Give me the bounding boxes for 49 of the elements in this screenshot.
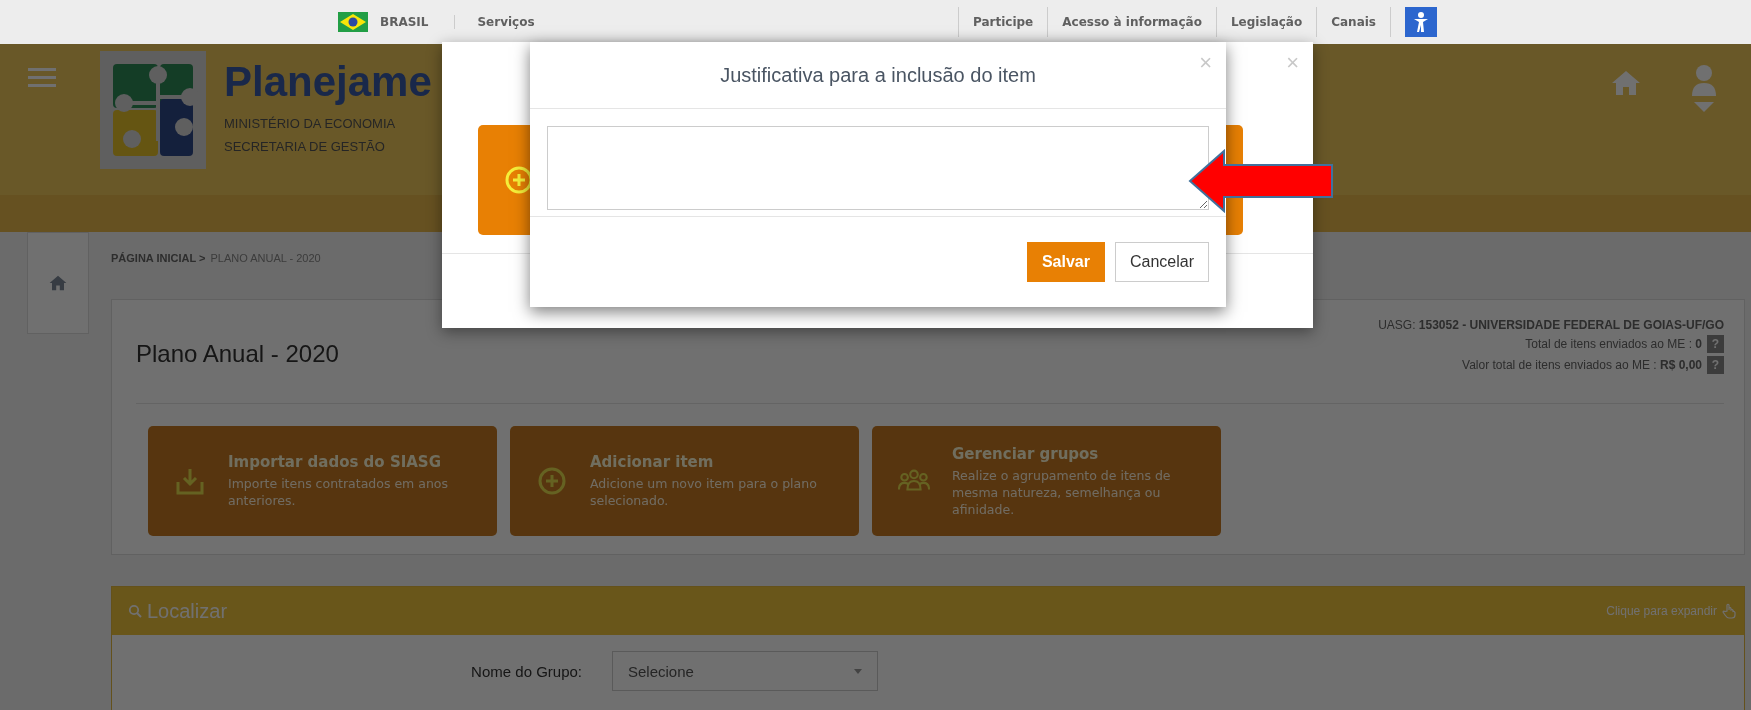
gov-link[interactable]: Acesso à informação [1048, 7, 1217, 37]
accessibility-icon[interactable] [1405, 7, 1437, 37]
search-panel-header[interactable]: Localizar Clique para expandir [112, 587, 1744, 635]
breadcrumb-link[interactable]: PÁGINA INICIAL > [111, 252, 206, 264]
logo-icon [100, 51, 206, 169]
save-button[interactable]: Salvar [1026, 242, 1105, 282]
plan-title: Plano Anual - 2020 [136, 340, 339, 368]
help-button[interactable]: ? [1707, 356, 1724, 374]
stat-text: Valor total de itens enviados ao ME : R$ 0,00 [1462, 358, 1702, 372]
close-button[interactable]: × [1199, 52, 1212, 74]
card-description: Realize o agrupamento de itens de mesma natureza, semelhança ou afinidade. [952, 466, 1172, 518]
gov-link[interactable]: Canais [1317, 7, 1391, 37]
action-card[interactable]: Gerenciar grupos Realize o agrupamento de itens de mesma natureza, semelhança ou afinidade. [872, 426, 1221, 536]
dialog-title: Justificativa para a inclusão do item [720, 63, 1036, 87]
site-subtitle: MINISTÉRIO DA ECONOMIA [224, 116, 397, 131]
search-panel-title: Localizar [147, 599, 228, 623]
expand-hint: Clique para expandir [1606, 604, 1717, 618]
help-button[interactable]: ? [1707, 335, 1724, 353]
caret-icon [854, 668, 862, 674]
gov-link[interactable]: Legislação [1216, 7, 1318, 37]
card-description: Importe itens contratados em anos anteriores. [228, 475, 449, 509]
search-icon [128, 604, 142, 618]
card-title: Importar dados do SIASG [228, 453, 442, 471]
stat-text: Total de itens enviados ao ME : 0 [1525, 337, 1702, 351]
gov-link[interactable]: Participe [957, 7, 1049, 37]
menu-icon[interactable] [28, 66, 56, 90]
country-link[interactable]: BRASIL [380, 15, 456, 29]
cancel-button[interactable]: Cancelar [1114, 242, 1209, 282]
hand-icon [1722, 603, 1736, 619]
site-subtitle: SECRETARIA DE GESTÃO [224, 139, 386, 154]
card-description: Adicione um novo item para o plano selecionado. [590, 475, 818, 509]
card-title: Adicionar item [590, 453, 715, 471]
download-icon [174, 466, 206, 496]
home-icon [49, 275, 67, 291]
add-circle-icon [536, 466, 568, 496]
site-title: Planejame [224, 57, 432, 107]
uasg-text: UASG: 153052 - UNIVERSIDADE FEDERAL DE GOIAS-UF/GO [1378, 318, 1724, 332]
group-select[interactable]: Selecione [612, 651, 878, 691]
user-icon[interactable] [1691, 64, 1717, 114]
gov-link[interactable]: Serviços [455, 7, 549, 37]
action-card[interactable]: Importar dados do SIASG Importe itens contratados em anos anteriores. [148, 426, 497, 536]
action-card[interactable]: Adicionar item Adicione um novo item para o plano selecionado. [510, 426, 859, 536]
card-title: Gerenciar grupos [952, 444, 1100, 463]
field-label: Nome do Grupo: [470, 662, 582, 680]
home-sidebar-button[interactable] [27, 232, 89, 334]
close-button[interactable]: × [1286, 52, 1299, 74]
home-icon[interactable] [1611, 70, 1641, 96]
justification-textarea[interactable] [547, 126, 1209, 210]
flag-icon [338, 12, 368, 32]
